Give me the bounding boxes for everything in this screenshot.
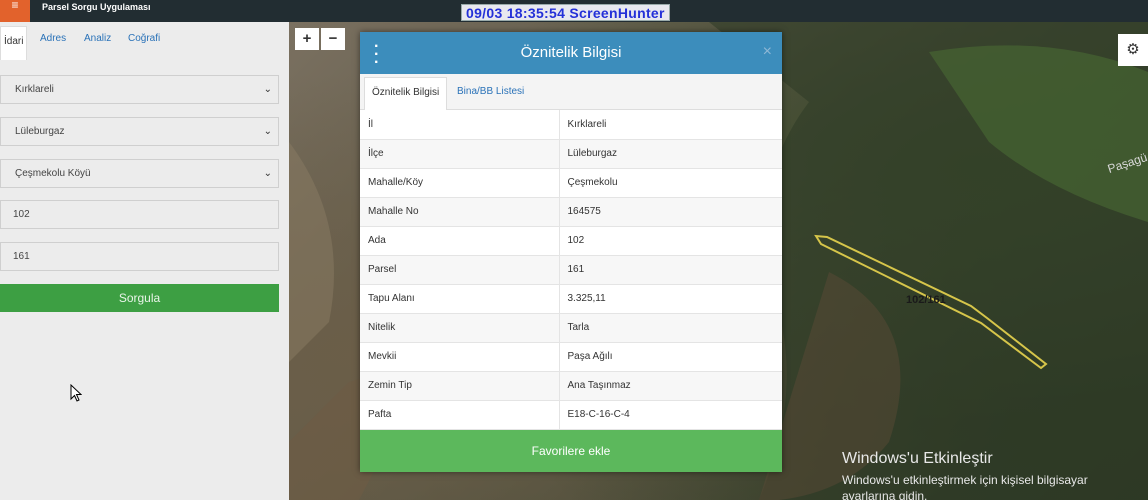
table-row: Mevkii Paşa Ağılı [360, 342, 782, 372]
windows-activation-text: Windows'u etkinleştirmek için kişisel bi… [842, 473, 1088, 500]
hamburger-icon: ≡ [11, 0, 19, 12]
parsel-input[interactable]: 161 [0, 242, 279, 271]
attr-value: Paşa Ağılı [559, 342, 782, 372]
table-row: Nitelik Tarla [360, 313, 782, 343]
attr-key: İl [360, 110, 560, 140]
attr-key: Ada [360, 226, 560, 256]
sorgula-button[interactable]: Sorgula [0, 284, 279, 312]
tab-oznitelik-bilgisi[interactable]: Öznitelik Bilgisi [364, 77, 448, 110]
ada-input[interactable]: 102 [0, 200, 279, 229]
attr-key: Mahalle No [360, 197, 560, 227]
table-row: İlçe Lüleburgaz [360, 139, 782, 169]
screenhunter-watermark: 09/03 18:35:54 ScreenHunter [461, 4, 670, 21]
table-row: İl Kırklareli [360, 110, 782, 140]
windows-activation-title: Windows'u Etkinleştir [842, 450, 993, 467]
mahalle-select-value: Çeşmekolu Köyü [15, 168, 91, 179]
table-row: Ada 102 [360, 226, 782, 256]
ilce-select-value: Lüleburgaz [15, 126, 65, 137]
attr-value: E18-C-16-C-4 [559, 400, 782, 430]
attr-key: Tapu Alanı [360, 284, 560, 314]
tab-idari[interactable]: İdari [0, 26, 28, 60]
mouse-cursor-icon [70, 384, 82, 402]
attr-key: Mahalle/Köy [360, 168, 560, 198]
query-tabs: İdari Adres Analiz Coğrafi [0, 22, 289, 60]
attr-value: 161 [559, 255, 782, 285]
app-title: Parsel Sorgu Uygulaması [42, 2, 151, 12]
tab-bina-bb-listesi[interactable]: Bina/BB Listesi [457, 86, 524, 97]
attribute-table: İl Kırklareli İlçe Lüleburgaz Mahalle/Köy Ç… [360, 110, 782, 430]
chevron-down-icon: ⌄ [263, 126, 272, 137]
tab-cografi[interactable]: Coğrafi [128, 33, 160, 44]
table-row: Mahalle/Köy Çeşmekolu [360, 168, 782, 198]
zoom-out-button[interactable]: − [321, 28, 345, 50]
dialog-header: · · · Öznitelik Bilgisi × [360, 32, 782, 74]
table-row: Tapu Alanı 3.325,11 [360, 284, 782, 314]
zoom-in-button[interactable]: + [295, 28, 319, 50]
attribute-dialog: · · · Öznitelik Bilgisi × Öznitelik Bilgis… [360, 32, 782, 472]
attr-value: 164575 [559, 197, 782, 227]
tab-adres[interactable]: Adres [40, 33, 66, 44]
attr-key: Parsel [360, 255, 560, 285]
ilce-select[interactable]: Lüleburgaz ⌄ [0, 117, 279, 146]
attr-value: Kırklareli [559, 110, 782, 140]
attr-value: Ana Taşınmaz [559, 371, 782, 401]
attr-key: Nitelik [360, 313, 560, 343]
dialog-tabs: Öznitelik Bilgisi Bina/BB Listesi [360, 74, 782, 110]
chevron-down-icon: ⌄ [263, 168, 272, 179]
attr-key: Zemin Tip [360, 371, 560, 401]
il-select[interactable]: Kırklareli ⌄ [0, 75, 279, 104]
table-row: Parsel 161 [360, 255, 782, 285]
table-row: Zemin Tip Ana Taşınmaz [360, 371, 782, 401]
map-settings-button[interactable]: ⚙ [1118, 34, 1148, 66]
attr-value: Çeşmekolu [559, 168, 782, 198]
close-icon[interactable]: × [763, 43, 772, 61]
parcel-label: 102/161 [906, 294, 946, 306]
hamburger-menu-button[interactable]: ≡ [0, 0, 30, 22]
dialog-title: Öznitelik Bilgisi [520, 44, 622, 61]
attr-key: Mevkii [360, 342, 560, 372]
il-select-value: Kırklareli [15, 84, 54, 95]
table-row: Mahalle No 164575 [360, 197, 782, 227]
mahalle-select[interactable]: Çeşmekolu Köyü ⌄ [0, 159, 279, 188]
gear-icon: ⚙ [1126, 41, 1140, 58]
table-row: Pafta E18-C-16-C-4 [360, 400, 782, 430]
query-panel: İdari Adres Analiz Coğrafi Kırklareli ⌄ … [0, 22, 289, 500]
attr-key: İlçe [360, 139, 560, 169]
attr-value: 102 [559, 226, 782, 256]
chevron-down-icon: ⌄ [263, 84, 272, 95]
attr-value: Lüleburgaz [559, 139, 782, 169]
attr-value: 3.325,11 [559, 284, 782, 314]
add-to-favorites-button[interactable]: Favorilere ekle [360, 430, 782, 472]
attr-key: Pafta [360, 400, 560, 430]
attr-value: Tarla [559, 313, 782, 343]
tab-analiz[interactable]: Analiz [84, 33, 111, 44]
